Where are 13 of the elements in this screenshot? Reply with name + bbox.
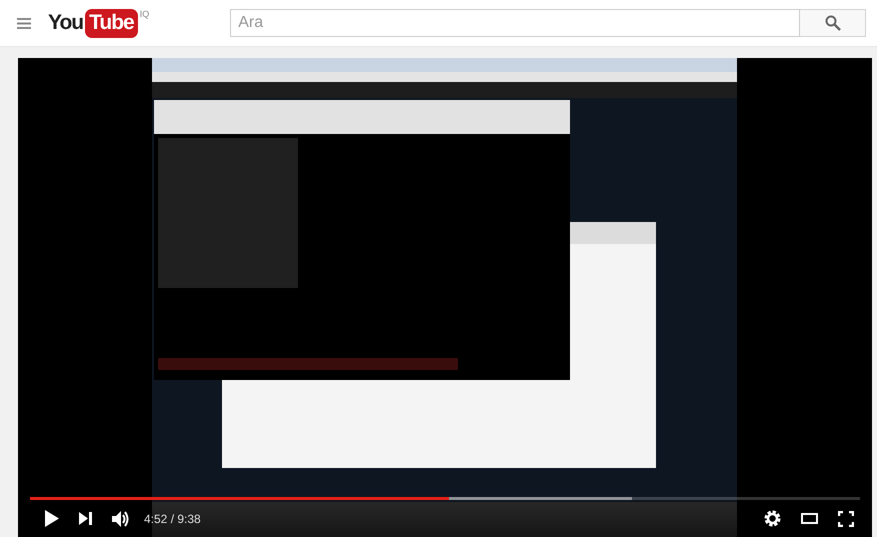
- play-icon[interactable]: [45, 510, 59, 527]
- volume-icon[interactable]: [112, 510, 130, 526]
- time-display: 4:52 / 9:38: [144, 512, 201, 526]
- progress-bar[interactable]: [30, 497, 860, 500]
- menu-icon[interactable]: [17, 18, 31, 28]
- search-icon: [824, 15, 841, 31]
- region-code: IQ: [140, 9, 150, 19]
- fullscreen-icon[interactable]: [838, 510, 854, 526]
- search-button[interactable]: [800, 9, 866, 37]
- next-icon[interactable]: [79, 512, 92, 525]
- search-field[interactable]: Ara: [230, 9, 800, 37]
- theater-mode-icon[interactable]: [801, 513, 818, 524]
- settings-icon[interactable]: [764, 510, 781, 527]
